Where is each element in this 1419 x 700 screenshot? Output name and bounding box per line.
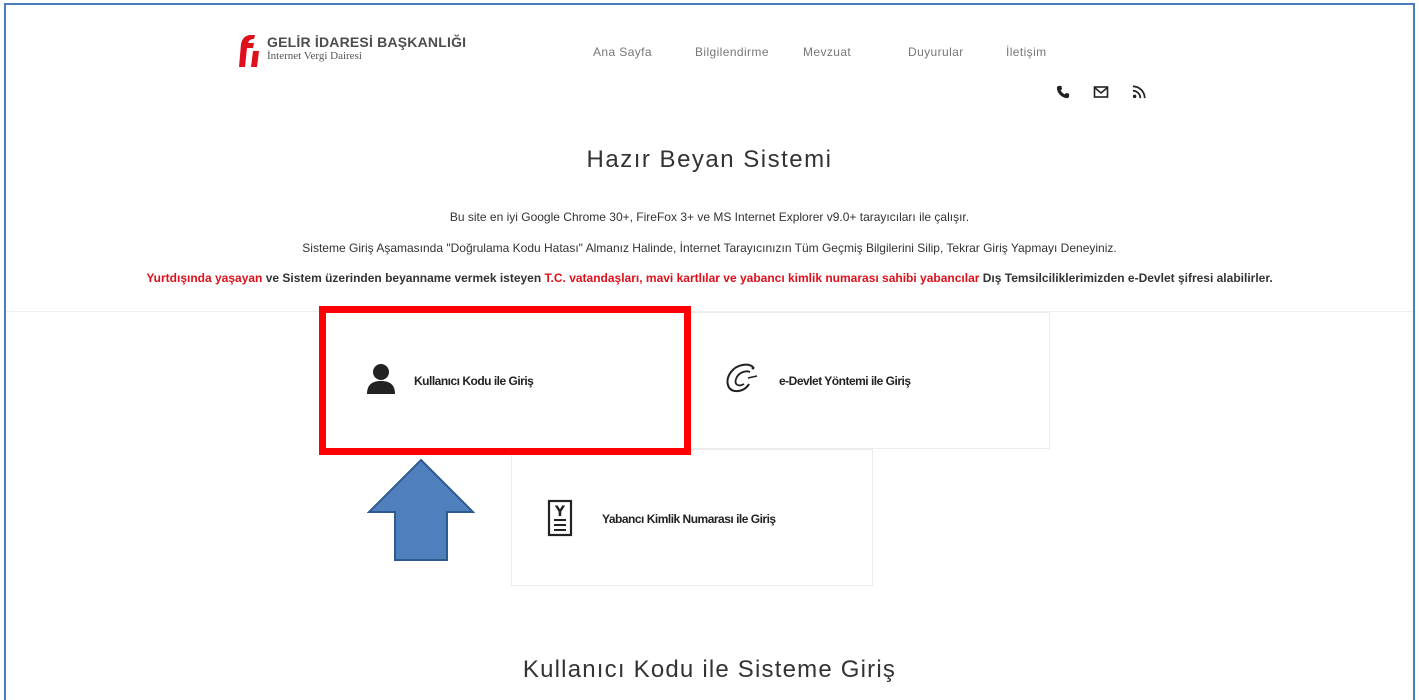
contact-icons xyxy=(1054,83,1168,101)
edevlet-icon xyxy=(723,362,759,396)
user-icon xyxy=(366,363,396,395)
logo-title: GELİR İDARESİ BAŞKANLIĞI xyxy=(267,34,467,50)
page-title: Hazır Beyan Sistemi xyxy=(586,146,833,173)
foreign-id-icon: Y xyxy=(546,499,574,537)
abroad-note: Yurtdışında yaşayan ve Sistem üzerinden … xyxy=(0,271,1419,285)
nav-bilgilendirme[interactable]: Bilgilendirme xyxy=(695,45,769,59)
edevlet-login-label: e-Devlet Yöntemi ile Giriş xyxy=(779,374,911,388)
foreign-id-login-card[interactable]: Y Yabancı Kimlik Numarası ile Giriş xyxy=(511,449,873,586)
user-code-login-card[interactable]: Kullanıcı Kodu ile Giriş xyxy=(325,312,685,449)
edevlet-login-card[interactable]: e-Devlet Yöntemi ile Giriş xyxy=(686,312,1050,449)
nav-mevzuat[interactable]: Mevzuat xyxy=(803,45,851,59)
nav-ana-sayfa[interactable]: Ana Sayfa xyxy=(593,45,652,59)
rss-icon[interactable] xyxy=(1130,83,1148,101)
logo-subtitle: İnternet Vergi Dairesi xyxy=(267,50,362,62)
abroad-note-part2: ve Sistem üzerinden beyanname vermek ist… xyxy=(262,271,545,285)
section-title: Kullanıcı Kodu ile Sisteme Giriş xyxy=(522,656,897,683)
nav-duyurular[interactable]: Duyurular xyxy=(908,45,964,59)
browser-note: Bu site en iyi Google Chrome 30+, FireFo… xyxy=(449,210,970,224)
site-logo[interactable]: GELİR İDARESİ BAŞKANLIĞI İnternet Vergi … xyxy=(235,34,466,68)
user-code-login-label: Kullanıcı Kodu ile Giriş xyxy=(414,374,534,388)
abroad-note-part1: Yurtdışında yaşayan xyxy=(146,271,263,285)
nav-iletisim[interactable]: İletişim xyxy=(1006,45,1047,59)
svg-text:Y: Y xyxy=(554,504,566,520)
up-arrow-icon xyxy=(367,458,475,561)
foreign-id-login-label: Yabancı Kimlik Numarası ile Giriş xyxy=(602,512,776,526)
abroad-note-part3: T.C. vatandaşları, mavi kartlılar ve yab… xyxy=(544,271,980,285)
gib-logo-icon xyxy=(239,35,259,67)
mail-icon[interactable] xyxy=(1092,83,1110,101)
captcha-note: Sisteme Giriş Aşamasında "Doğrulama Kodu… xyxy=(302,241,1117,255)
phone-icon[interactable] xyxy=(1054,83,1072,101)
abroad-note-part4: Dış Temsilciliklerimizden e-Devlet şifre… xyxy=(979,271,1273,285)
